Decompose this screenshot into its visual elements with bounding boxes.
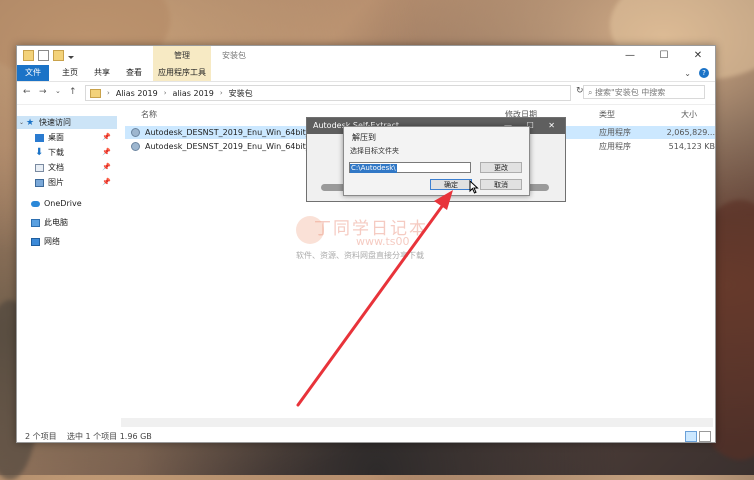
maximize-button[interactable]: ☐ — [647, 46, 681, 65]
mouse-cursor-icon — [469, 180, 479, 194]
dialog-label: 选择目标文件夹 — [350, 147, 399, 155]
column-type[interactable]: 类型 — [599, 109, 615, 120]
breadcrumb-item[interactable]: 安装包 — [229, 88, 253, 99]
installer-icon — [131, 128, 140, 137]
watermark: 丁同学日记本 www.ts00 软件、资源、资料网盘直接分享下载 — [296, 214, 428, 261]
download-icon: ⬇ — [35, 146, 44, 158]
breadcrumb-item[interactable]: alias 2019 — [173, 89, 214, 98]
chevron-down-icon[interactable] — [68, 55, 74, 59]
cancel-button[interactable]: 取消 — [480, 179, 522, 190]
sidebar-item-label: 桌面 — [48, 133, 64, 142]
search-icon: ⌕ — [588, 88, 596, 97]
chevron-right-icon[interactable]: › — [220, 89, 223, 97]
extract-to-dialog: 解压到 选择目标文件夹 C:\Autodesk\ 更改 确定 取消 — [343, 126, 530, 196]
file-size: 514,123 KB — [668, 142, 715, 151]
sidebar-item-label: 网络 — [44, 237, 60, 246]
sidebar-item-onedrive[interactable]: OneDrive — [31, 197, 117, 210]
sidebar-item-downloads[interactable]: ⬇ 下载 📌 — [35, 146, 117, 159]
file-size: 2,065,829... — [666, 128, 715, 137]
ribbon-tabs: 文件 主页 共享 查看 应用程序工具 ⌄ ? — [17, 65, 715, 82]
picture-icon — [35, 178, 44, 187]
status-bar: 2 个项目 选中 1 个项目 1.96 GB — [17, 428, 715, 442]
pin-icon[interactable]: 📌 — [102, 146, 111, 159]
star-icon: ★ — [26, 117, 35, 128]
navigation-pane: ⌄ ★ 快速访问 桌面 📌 ⬇ 下载 📌 文档 📌 图片 📌 OneDrive — [17, 106, 117, 422]
address-bar[interactable]: › Alias 2019 › alias 2019 › 安装包 — [85, 85, 571, 101]
sidebar-item-desktop[interactable]: 桌面 📌 — [35, 131, 117, 144]
pin-icon[interactable]: 📌 — [102, 161, 111, 174]
large-icons-view-button[interactable] — [699, 431, 711, 442]
pin-icon[interactable]: 📌 — [102, 176, 111, 189]
quick-access-toolbar — [23, 50, 74, 61]
computer-icon — [31, 218, 40, 227]
new-folder-icon[interactable] — [53, 50, 64, 61]
chevron-right-icon[interactable]: › — [107, 89, 110, 97]
folder-icon — [90, 88, 101, 98]
document-icon — [35, 163, 44, 172]
sidebar-item-documents[interactable]: 文档 📌 — [35, 161, 117, 174]
change-button[interactable]: 更改 — [480, 162, 522, 173]
tab-app-tools[interactable]: 应用程序工具 — [153, 65, 211, 81]
installer-icon — [131, 142, 140, 151]
file-type: 应用程序 — [599, 142, 631, 151]
title-bar: 管理 安装包 — ☐ ✕ — [17, 46, 715, 65]
search-placeholder: 搜索"安装包 中搜索 — [595, 88, 666, 97]
recent-locations-button[interactable]: ⌄ — [55, 87, 61, 95]
tab-file[interactable]: 文件 — [17, 65, 49, 81]
properties-icon[interactable] — [38, 50, 49, 61]
sidebar-item-pictures[interactable]: 图片 📌 — [35, 176, 117, 189]
item-count: 2 个项目 — [25, 432, 57, 441]
selection-info: 选中 1 个项目 1.96 GB — [67, 432, 152, 441]
dialog-title: 解压到 — [352, 133, 376, 142]
sidebar-item-this-pc[interactable]: 此电脑 — [31, 216, 117, 229]
chevron-right-icon[interactable]: › — [164, 89, 167, 97]
window-title: 安装包 — [222, 51, 246, 60]
watermark-slogan: 软件、资源、资料网盘直接分享下载 — [296, 251, 424, 260]
chevron-down-icon: ⌄ — [19, 119, 25, 126]
horizontal-scrollbar[interactable] — [121, 418, 713, 427]
sidebar-item-label: 图片 — [48, 178, 64, 187]
folder-icon[interactable] — [23, 50, 34, 61]
search-input[interactable]: ⌕ 搜索"安装包 中搜索 — [583, 85, 705, 99]
back-button[interactable]: ← — [23, 87, 31, 97]
path-value: C:\Autodesk\ — [350, 164, 397, 173]
up-button[interactable]: ↑ — [69, 87, 77, 97]
manage-tab[interactable]: 管理 — [153, 46, 211, 65]
sidebar-item-label: 文档 — [48, 163, 64, 172]
details-view-button[interactable] — [685, 431, 697, 442]
close-button[interactable]: ✕ — [681, 46, 715, 65]
chevron-down-icon[interactable]: ⌄ — [684, 69, 691, 78]
tab-home[interactable]: 主页 — [57, 65, 83, 81]
watermark-logo-icon — [296, 216, 324, 244]
minimize-button[interactable]: — — [613, 46, 647, 65]
sidebar-item-label: 下载 — [48, 148, 64, 157]
forward-button[interactable]: → — [39, 87, 47, 97]
sidebar-item-label: 快速访问 — [39, 118, 72, 127]
file-type: 应用程序 — [599, 128, 631, 137]
tab-view[interactable]: 查看 — [121, 65, 147, 81]
destination-path-input[interactable]: C:\Autodesk\ — [349, 162, 471, 173]
sidebar-item-label: OneDrive — [44, 199, 82, 208]
address-row: ← → ⌄ ↑ › Alias 2019 › alias 2019 › 安装包 … — [17, 82, 715, 105]
sidebar-item-label: 此电脑 — [44, 218, 68, 227]
desktop-icon — [35, 133, 44, 142]
cloud-icon — [31, 200, 40, 207]
sidebar-item-quick-access[interactable]: ⌄ ★ 快速访问 — [17, 116, 117, 129]
sidebar-item-network[interactable]: 网络 — [31, 235, 117, 248]
network-icon — [31, 237, 40, 246]
tab-share[interactable]: 共享 — [89, 65, 115, 81]
breadcrumb-item[interactable]: Alias 2019 — [116, 89, 158, 98]
column-size[interactable]: 大小 — [681, 109, 697, 120]
pin-icon[interactable]: 📌 — [102, 131, 111, 144]
column-name[interactable]: 名称 — [141, 109, 157, 120]
help-icon[interactable]: ? — [699, 68, 709, 78]
ok-button[interactable]: 确定 — [430, 179, 472, 190]
